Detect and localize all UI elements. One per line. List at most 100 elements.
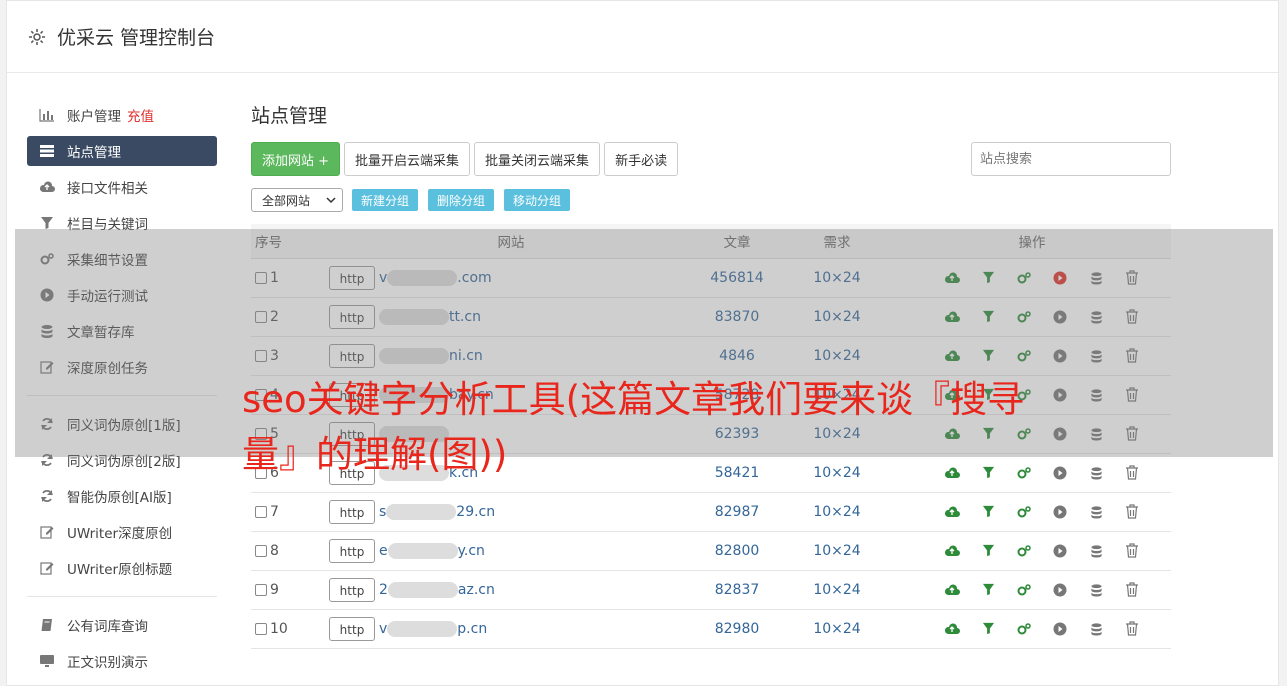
protocol-tag: http bbox=[329, 538, 375, 563]
batch-close-button[interactable]: 批量关闭云端采集 bbox=[474, 142, 601, 176]
play-circle-icon[interactable] bbox=[1051, 581, 1069, 599]
play-circle-icon[interactable] bbox=[1051, 620, 1069, 638]
sidebar-item-label: 正文识别演示 bbox=[67, 655, 148, 671]
cloud-upload-icon[interactable] bbox=[943, 503, 961, 521]
row-checkbox[interactable] bbox=[255, 622, 267, 635]
cloud-upload-icon[interactable] bbox=[943, 581, 961, 599]
database-icon[interactable] bbox=[1087, 542, 1105, 560]
filter-icon[interactable] bbox=[979, 581, 997, 599]
redacted-domain bbox=[387, 542, 458, 559]
article-count: 82980 bbox=[693, 609, 781, 649]
sidebar-item-12[interactable]: UWriter原创标题 bbox=[27, 550, 217, 586]
row-checkbox[interactable] bbox=[255, 544, 267, 557]
filter-icon[interactable] bbox=[979, 620, 997, 638]
trash-icon[interactable] bbox=[1123, 542, 1141, 560]
site-prefix[interactable]: v bbox=[379, 621, 387, 637]
article-count: 82987 bbox=[693, 492, 781, 532]
row-no-cell: 7 bbox=[251, 492, 329, 532]
site-prefix[interactable]: 2 bbox=[379, 582, 388, 598]
guide-button[interactable]: 新手必读 bbox=[604, 142, 679, 176]
cloud-upload-icon[interactable] bbox=[943, 620, 961, 638]
gear-icon bbox=[29, 28, 45, 45]
site-group-select[interactable]: 全部网站 bbox=[251, 188, 343, 212]
gears-icon[interactable] bbox=[1015, 620, 1033, 638]
row-no: 9 bbox=[270, 581, 279, 598]
batch-open-button[interactable]: 批量开启云端采集 bbox=[344, 142, 471, 176]
database-icon[interactable] bbox=[1087, 464, 1105, 482]
sidebar-item-2[interactable]: 接口文件相关 bbox=[27, 169, 217, 205]
demand-value: 10×24 bbox=[781, 609, 893, 649]
sidebar-item-label: 接口文件相关 bbox=[67, 181, 148, 197]
redacted-domain bbox=[387, 581, 458, 598]
row-actions bbox=[893, 503, 1171, 521]
sidebar-item-1[interactable]: 站点管理 bbox=[27, 136, 217, 166]
sidebar-item-label: 站点管理 bbox=[67, 145, 121, 161]
overlay-title: seo关键字分析工具(这篇文章我们要来谈『搜寻量』的理解(图)) bbox=[242, 378, 1025, 476]
edit-icon bbox=[39, 560, 55, 576]
row-no-cell: 8 bbox=[251, 531, 329, 571]
trash-icon[interactable] bbox=[1123, 464, 1141, 482]
filter-icon[interactable] bbox=[979, 542, 997, 560]
sidebar-item-label: UWriter原创标题 bbox=[67, 562, 173, 578]
gears-icon[interactable] bbox=[1015, 503, 1033, 521]
site-cell: http e y.cn bbox=[329, 531, 693, 571]
new-group-button[interactable]: 新建分组 bbox=[352, 189, 419, 211]
actions-cell bbox=[893, 531, 1171, 571]
protocol-tag: http bbox=[329, 577, 375, 602]
site-cell: http s 29.cn bbox=[329, 492, 693, 532]
actions-cell bbox=[893, 492, 1171, 532]
trash-icon[interactable] bbox=[1123, 503, 1141, 521]
add-site-button[interactable]: 添加网站 + bbox=[251, 142, 341, 176]
group-bar: 全部网站 新建分组 删除分组 移动分组 bbox=[251, 188, 1171, 212]
actions-cell bbox=[893, 570, 1171, 610]
move-group-button[interactable]: 移动分组 bbox=[504, 189, 571, 211]
sidebar-item-10[interactable]: 智能伪原创[AI版] bbox=[27, 478, 217, 514]
redacted-domain bbox=[386, 503, 457, 520]
site-prefix[interactable]: e bbox=[379, 543, 388, 559]
page-title: 站点管理 bbox=[251, 105, 328, 127]
trash-icon[interactable] bbox=[1123, 581, 1141, 599]
row-checkbox[interactable] bbox=[255, 505, 267, 518]
actions-cell bbox=[893, 609, 1171, 649]
delete-group-button[interactable]: 删除分组 bbox=[428, 189, 495, 211]
site-suffix[interactable]: p.cn bbox=[457, 621, 487, 637]
database-icon[interactable] bbox=[1087, 503, 1105, 521]
app-title: 优采云 管理控制台 bbox=[57, 27, 216, 49]
gears-icon[interactable] bbox=[1015, 581, 1033, 599]
sidebar-item-13[interactable]: 公有词库查询 bbox=[27, 607, 217, 643]
table-row: 7 http s 29.cn 82987 10×24 bbox=[251, 492, 1171, 532]
gears-icon[interactable] bbox=[1015, 542, 1033, 560]
filter-icon[interactable] bbox=[979, 503, 997, 521]
sidebar-item-14[interactable]: 正文识别演示 bbox=[27, 643, 217, 679]
monitor-icon bbox=[39, 653, 55, 669]
cloud-upload-icon[interactable] bbox=[943, 542, 961, 560]
sidebar-item-0[interactable]: 账户管理 充值 bbox=[27, 97, 217, 133]
edit-icon bbox=[39, 524, 55, 540]
trash-icon[interactable] bbox=[1123, 620, 1141, 638]
sidebar-item-label: 公有词库查询 bbox=[67, 619, 148, 635]
site-suffix[interactable]: 29.cn bbox=[456, 504, 495, 520]
article-count: 82800 bbox=[693, 531, 781, 571]
row-actions bbox=[893, 620, 1171, 638]
protocol-tag: http bbox=[329, 616, 375, 641]
database-icon[interactable] bbox=[1087, 581, 1105, 599]
site-suffix[interactable]: az.cn bbox=[458, 582, 495, 598]
site-search-input[interactable] bbox=[971, 142, 1171, 176]
site-suffix[interactable]: y.cn bbox=[458, 543, 485, 559]
site-cell: http v p.cn bbox=[329, 609, 693, 649]
site-prefix[interactable]: s bbox=[379, 504, 386, 520]
sidebar-divider bbox=[27, 596, 217, 597]
sidebar-item-11[interactable]: UWriter深度原创 bbox=[27, 514, 217, 550]
row-no: 7 bbox=[270, 503, 279, 520]
protocol-tag: http bbox=[329, 499, 375, 524]
row-checkbox[interactable] bbox=[255, 583, 267, 596]
recharge-link[interactable]: 充值 bbox=[127, 105, 154, 125]
play-circle-icon[interactable] bbox=[1051, 503, 1069, 521]
chevron-down-icon bbox=[326, 197, 336, 204]
site-group-value: 全部网站 bbox=[262, 193, 311, 208]
database-icon[interactable] bbox=[1087, 620, 1105, 638]
row-no-cell: 9 bbox=[251, 570, 329, 610]
table-row: 9 http 2 az.cn 82837 10×24 bbox=[251, 570, 1171, 610]
play-circle-icon[interactable] bbox=[1051, 542, 1069, 560]
toolbar: 添加网站 + 批量开启云端采集 批量关闭云端采集 新手必读 bbox=[251, 142, 1171, 176]
